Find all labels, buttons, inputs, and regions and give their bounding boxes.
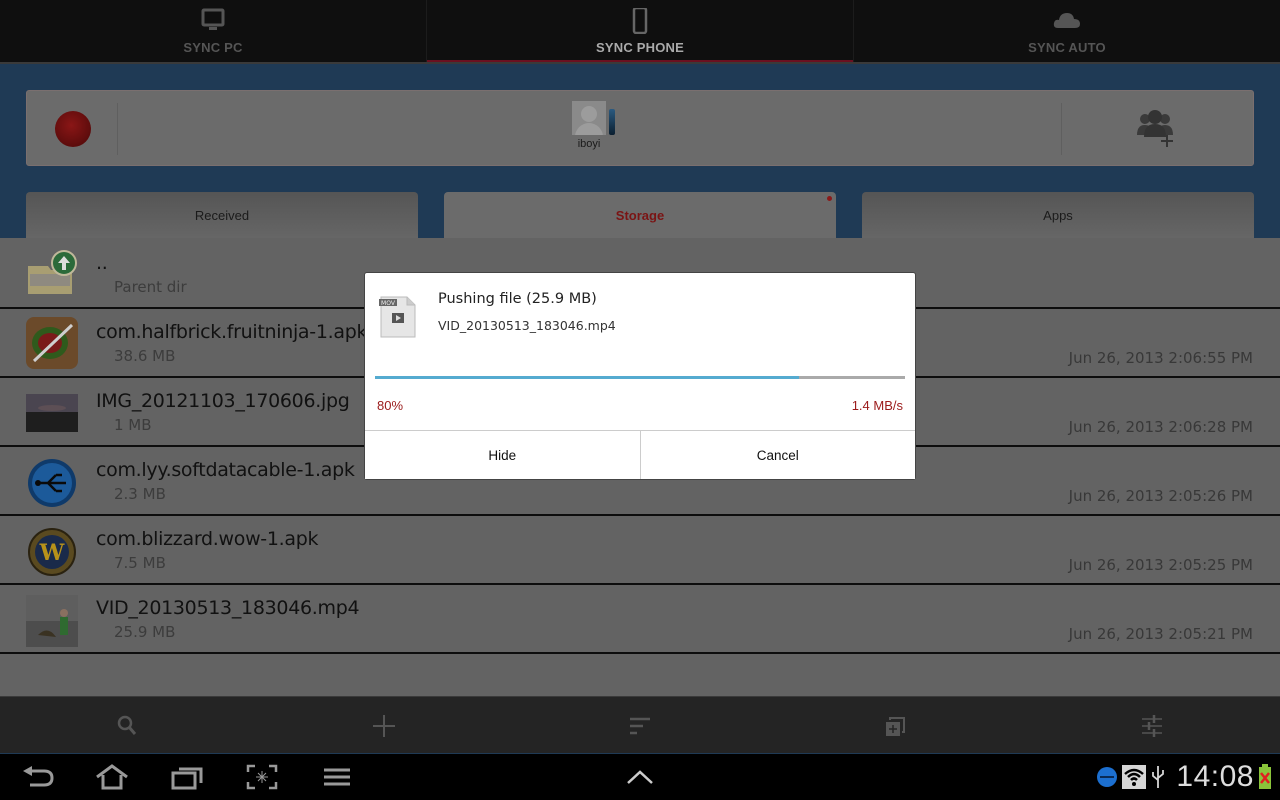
tab-label: SYNC PC xyxy=(183,40,243,55)
avatar xyxy=(572,101,606,135)
dialog-filename: VID_20130513_183046.mp4 xyxy=(438,318,616,333)
screenshot-icon xyxy=(246,764,278,790)
video-file-icon: MOV xyxy=(379,296,416,338)
progress-percent: 80% xyxy=(377,398,404,413)
user-name: iboyi xyxy=(577,138,601,150)
search-icon xyxy=(117,715,137,735)
screenshot-button[interactable] xyxy=(242,762,282,792)
sort-icon xyxy=(630,717,650,734)
hide-button[interactable]: Hide xyxy=(365,431,640,479)
user-avatar-button[interactable]: iboyi xyxy=(572,101,632,161)
add-button[interactable] xyxy=(256,697,512,754)
app-notification-icon xyxy=(1097,767,1118,787)
notification-expand-button[interactable] xyxy=(620,762,660,792)
search-button[interactable] xyxy=(0,697,256,754)
chevron-up-icon xyxy=(627,770,653,784)
file-name: com.halfbrick.fruitninja-1.apk xyxy=(96,321,368,343)
image-thumbnail xyxy=(26,394,78,432)
tab-received[interactable]: Received xyxy=(26,192,418,238)
svg-text:W: W xyxy=(39,540,65,566)
file-name: .. xyxy=(96,252,108,274)
tab-label: SYNC PHONE xyxy=(596,40,684,55)
sort-button[interactable] xyxy=(512,697,768,754)
notification-dot xyxy=(827,196,832,201)
system-navigation-bar: 14:08 xyxy=(0,754,1280,800)
file-size: 2.3 MB xyxy=(114,485,166,503)
monitor-icon xyxy=(201,8,225,30)
folder-up-icon xyxy=(28,250,77,294)
tab-label: Apps xyxy=(1043,207,1073,223)
phone-icon xyxy=(632,8,648,34)
divider xyxy=(1061,103,1062,155)
status-area[interactable]: 14:08 xyxy=(1096,758,1272,796)
settings-sliders-icon xyxy=(1142,714,1162,737)
list-item[interactable]: VID_20130513_183046.mp4 25.9 MB Jun 26, … xyxy=(0,585,1280,654)
cancel-button[interactable]: Cancel xyxy=(639,431,915,479)
bottom-toolbar xyxy=(0,696,1280,754)
wow-app-icon: W xyxy=(28,528,76,576)
progress-bar-fill xyxy=(375,376,799,379)
divider xyxy=(117,103,118,155)
recent-apps-icon xyxy=(171,767,203,790)
file-date: Jun 26, 2013 2:05:21 PM xyxy=(1068,625,1253,643)
file-name: VID_20130513_183046.mp4 xyxy=(96,597,360,619)
sync-mode-tabs: SYNC PC SYNC PHONE SYNC AUTO xyxy=(0,0,1280,62)
tab-label: Received xyxy=(194,207,250,223)
new-window-button[interactable] xyxy=(768,697,1024,754)
recent-apps-button[interactable] xyxy=(167,762,207,792)
tab-sync-auto[interactable]: SYNC AUTO xyxy=(853,0,1280,62)
file-name: com.blizzard.wow-1.apk xyxy=(96,528,319,550)
back-icon xyxy=(23,766,54,787)
fruit-ninja-app-icon xyxy=(26,317,78,369)
file-name: IMG_20121103_170606.jpg xyxy=(96,390,350,412)
dialog-title: Pushing file (25.9 MB) xyxy=(438,291,597,307)
home-button[interactable] xyxy=(92,762,132,792)
file-type-badge: MOV xyxy=(381,300,396,307)
file-date: Jun 26, 2013 2:06:55 PM xyxy=(1068,349,1253,367)
tab-storage[interactable]: Storage xyxy=(444,192,836,238)
tab-label: Storage xyxy=(615,207,665,223)
tab-sync-pc[interactable]: SYNC PC xyxy=(0,0,426,62)
list-item[interactable]: W com.blizzard.wow-1.apk 7.5 MB Jun 26, … xyxy=(0,516,1280,585)
transfer-speed: 1.4 MB/s xyxy=(851,398,903,413)
usb-icon xyxy=(1152,766,1165,788)
file-date: Jun 26, 2013 2:06:28 PM xyxy=(1068,418,1253,436)
tab-apps[interactable]: Apps xyxy=(862,192,1254,238)
cloud-icon xyxy=(1053,13,1080,28)
settings-button[interactable] xyxy=(1024,697,1280,754)
file-subtitle: Parent dir xyxy=(114,278,187,296)
battery-icon xyxy=(1259,764,1271,789)
file-size: 1 MB xyxy=(114,416,152,434)
usb-app-icon xyxy=(28,459,76,507)
back-button[interactable] xyxy=(18,762,58,792)
file-date: Jun 26, 2013 2:05:26 PM xyxy=(1068,487,1253,505)
clock: 14:08 xyxy=(1176,760,1254,793)
screen: SYNC PC SYNC PHONE SYNC AUTO iboyi Recei… xyxy=(0,0,1280,800)
tab-label: SYNC AUTO xyxy=(1028,40,1106,55)
file-date: Jun 26, 2013 2:05:25 PM xyxy=(1068,556,1253,574)
menu-icon xyxy=(324,768,350,786)
device-panel: iboyi xyxy=(26,90,1254,166)
tab-sync-phone[interactable]: SYNC PHONE xyxy=(426,0,853,62)
home-icon xyxy=(96,764,128,790)
new-window-icon xyxy=(886,716,905,736)
menu-button[interactable] xyxy=(317,762,357,792)
file-size: 25.9 MB xyxy=(114,623,176,641)
progress-bar xyxy=(375,376,905,379)
add-user-button[interactable] xyxy=(1133,107,1181,149)
file-size: 7.5 MB xyxy=(114,554,166,572)
video-thumbnail xyxy=(26,595,78,647)
record-button[interactable] xyxy=(55,111,91,147)
dialog-buttons: Hide Cancel xyxy=(365,430,915,479)
add-icon xyxy=(373,714,395,737)
file-size: 38.6 MB xyxy=(114,347,176,365)
wifi-icon xyxy=(1122,765,1147,789)
transfer-arrow-icon xyxy=(609,109,615,135)
push-progress-dialog: MOV Pushing file (25.9 MB) VID_20130513_… xyxy=(365,273,915,479)
add-user-icon xyxy=(1137,110,1173,147)
file-name: com.lyy.softdatacable-1.apk xyxy=(96,459,355,481)
